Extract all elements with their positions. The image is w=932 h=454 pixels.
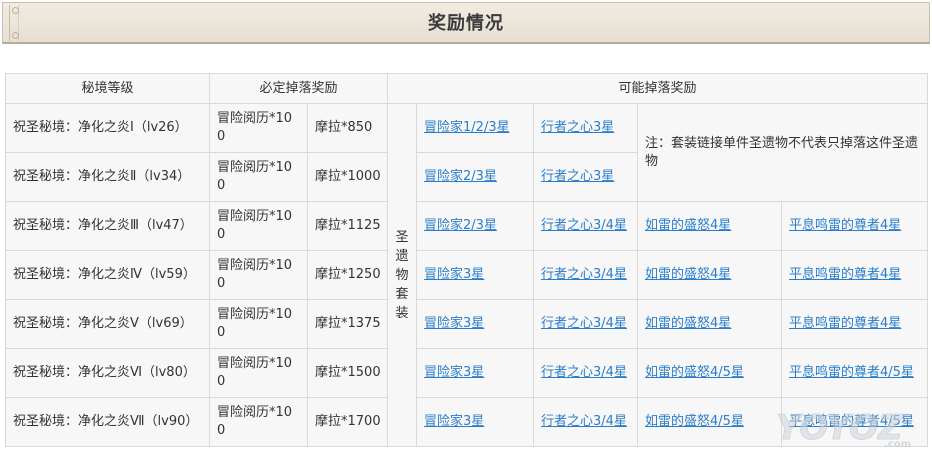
exp-reward-cell: 冒险阅历*100 [209, 103, 308, 153]
drop-cell: 如雷的盛怒4/5星 [637, 397, 783, 447]
stage-cell: 祝圣秘境：净化之炎Ⅶ（lv90） [5, 397, 210, 447]
mora-reward-cell: 摩拉*1500 [306, 348, 389, 398]
exp-reward-cell: 冒险阅历*100 [209, 299, 308, 349]
exp-reward-cell: 冒险阅历*100 [209, 250, 308, 300]
column-header-stage: 秘境等级 [5, 73, 210, 104]
mora-reward-cell: 摩拉*1250 [306, 250, 389, 300]
adventurer-link[interactable]: 冒险家3星 [424, 267, 484, 282]
drop-cell: 如雷的盛怒4星 [637, 201, 783, 251]
exp-reward-cell: 冒险阅历*100 [209, 152, 308, 202]
drop-cell: 如雷的盛怒4/5星 [637, 348, 783, 398]
traveling-doctor-link[interactable]: 行者之心3星 [541, 169, 614, 184]
thundering-fury-link[interactable]: 如雷的盛怒4星 [645, 316, 731, 331]
drop-cell: 行者之心3星 [533, 152, 639, 202]
drop-cell: 行者之心3/4星 [533, 201, 639, 251]
stage-cell: 祝圣秘境：净化之炎Ⅴ（lv69） [5, 299, 210, 349]
traveling-doctor-link[interactable]: 行者之心3/4星 [541, 316, 627, 331]
adventurer-link[interactable]: 冒险家3星 [424, 414, 484, 429]
drop-cell: 如雷的盛怒4星 [637, 299, 783, 349]
stage-cell: 祝圣秘境：净化之炎Ⅲ（lv47） [5, 201, 210, 251]
drop-cell: 行者之心3/4星 [533, 250, 639, 300]
stage-cell: 祝圣秘境：净化之炎Ⅱ（lv34） [5, 152, 210, 202]
adventurer-link[interactable]: 冒险家2/3星 [424, 218, 497, 233]
traveling-doctor-link[interactable]: 行者之心3/4星 [541, 365, 627, 380]
thundersoother-link[interactable]: 平息鸣雷的尊者4星 [789, 218, 901, 233]
section-header: 奖励情况 [2, 2, 930, 44]
stage-cell: 祝圣秘境：净化之炎Ⅵ（lv80） [5, 348, 210, 398]
drop-cell: 平息鸣雷的尊者4/5星 [781, 348, 929, 398]
traveling-doctor-link[interactable]: 行者之心3/4星 [541, 267, 627, 282]
drop-cell: 冒险家3星 [416, 397, 535, 447]
drop-cell: 冒险家2/3星 [416, 152, 535, 202]
mora-reward-cell: 摩拉*1375 [306, 299, 389, 349]
drop-cell: 冒险家3星 [416, 299, 535, 349]
drop-cell: 冒险家3星 [416, 348, 535, 398]
drop-cell: 冒险家1/2/3星 [416, 103, 535, 153]
exp-reward-cell: 冒险阅历*100 [209, 348, 308, 398]
exp-reward-cell: 冒险阅历*100 [209, 397, 308, 447]
table-header-row: 秘境等级 必定掉落奖励 可能掉落奖励 [5, 73, 929, 104]
drop-cell: 平息鸣雷的尊者4星 [781, 299, 929, 349]
drop-cell: 行者之心3/4星 [533, 348, 639, 398]
thundersoother-link[interactable]: 平息鸣雷的尊者4/5星 [789, 365, 914, 380]
rewards-table: 秘境等级 必定掉落奖励 可能掉落奖励 祝圣秘境：净化之炎Ⅰ（lv26） 冒险阅历… [5, 73, 929, 447]
drop-cell: 平息鸣雷的尊者4/5星 [781, 397, 929, 447]
drop-cell: 如雷的盛怒4星 [637, 250, 783, 300]
drop-cell: 平息鸣雷的尊者4星 [781, 250, 929, 300]
table-row: 祝圣秘境：净化之炎Ⅵ（lv80） 冒险阅历*100 摩拉*1500 冒险家3星 … [5, 348, 929, 398]
thundering-fury-link[interactable]: 如雷的盛怒4星 [645, 218, 731, 233]
mora-reward-cell: 摩拉*1125 [306, 201, 389, 251]
thundersoother-link[interactable]: 平息鸣雷的尊者4星 [789, 267, 901, 282]
artifact-set-label-cell: 圣遗物套装 [387, 103, 418, 447]
thundersoother-link[interactable]: 平息鸣雷的尊者4星 [789, 316, 901, 331]
adventurer-link[interactable]: 冒险家3星 [424, 365, 484, 380]
drop-cell: 行者之心3/4星 [533, 299, 639, 349]
artifact-set-label: 圣遗物套装 [395, 229, 409, 321]
thundering-fury-link[interactable]: 如雷的盛怒4/5星 [645, 414, 744, 429]
traveling-doctor-link[interactable]: 行者之心3/4星 [541, 414, 627, 429]
stage-cell: 祝圣秘境：净化之炎Ⅰ（lv26） [5, 103, 210, 153]
adventurer-link[interactable]: 冒险家2/3星 [424, 169, 497, 184]
table-row: 祝圣秘境：净化之炎Ⅴ（lv69） 冒险阅历*100 摩拉*1375 冒险家3星 … [5, 299, 929, 349]
exp-reward-cell: 冒险阅历*100 [209, 201, 308, 251]
stage-cell: 祝圣秘境：净化之炎Ⅳ（lv59） [5, 250, 210, 300]
drop-cell: 冒险家2/3星 [416, 201, 535, 251]
section-title: 奖励情况 [428, 13, 504, 34]
drop-cell: 行者之心3/4星 [533, 397, 639, 447]
adventurer-link[interactable]: 冒险家1/2/3星 [424, 120, 510, 135]
mora-reward-cell: 摩拉*1700 [306, 397, 389, 447]
table-row: 祝圣秘境：净化之炎Ⅶ（lv90） 冒险阅历*100 摩拉*1700 冒险家3星 … [5, 397, 929, 447]
adventurer-link[interactable]: 冒险家3星 [424, 316, 484, 331]
column-header-guaranteed: 必定掉落奖励 [208, 73, 389, 104]
thundering-fury-link[interactable]: 如雷的盛怒4星 [645, 267, 731, 282]
set-link-note: 注：套装链接单件圣遗物不代表只掉落这件圣遗物 [637, 103, 929, 202]
table-row: 祝圣秘境：净化之炎Ⅲ（lv47） 冒险阅历*100 摩拉*1125 冒险家2/3… [5, 201, 929, 251]
column-header-possible: 可能掉落奖励 [387, 73, 929, 104]
mora-reward-cell: 摩拉*850 [306, 103, 389, 153]
mora-reward-cell: 摩拉*1000 [306, 152, 389, 202]
drop-cell: 平息鸣雷的尊者4星 [781, 201, 929, 251]
drop-cell: 行者之心3星 [533, 103, 639, 153]
traveling-doctor-link[interactable]: 行者之心3星 [541, 120, 614, 135]
table-row: 祝圣秘境：净化之炎Ⅰ（lv26） 冒险阅历*100 摩拉*850 圣遗物套装 冒… [5, 103, 929, 447]
drop-cell: 冒险家3星 [416, 250, 535, 300]
traveling-doctor-link[interactable]: 行者之心3/4星 [541, 218, 627, 233]
thundersoother-link[interactable]: 平息鸣雷的尊者4/5星 [789, 414, 914, 429]
table-row: 祝圣秘境：净化之炎Ⅳ（lv59） 冒险阅历*100 摩拉*1250 冒险家3星 … [5, 250, 929, 300]
thundering-fury-link[interactable]: 如雷的盛怒4/5星 [645, 365, 744, 380]
